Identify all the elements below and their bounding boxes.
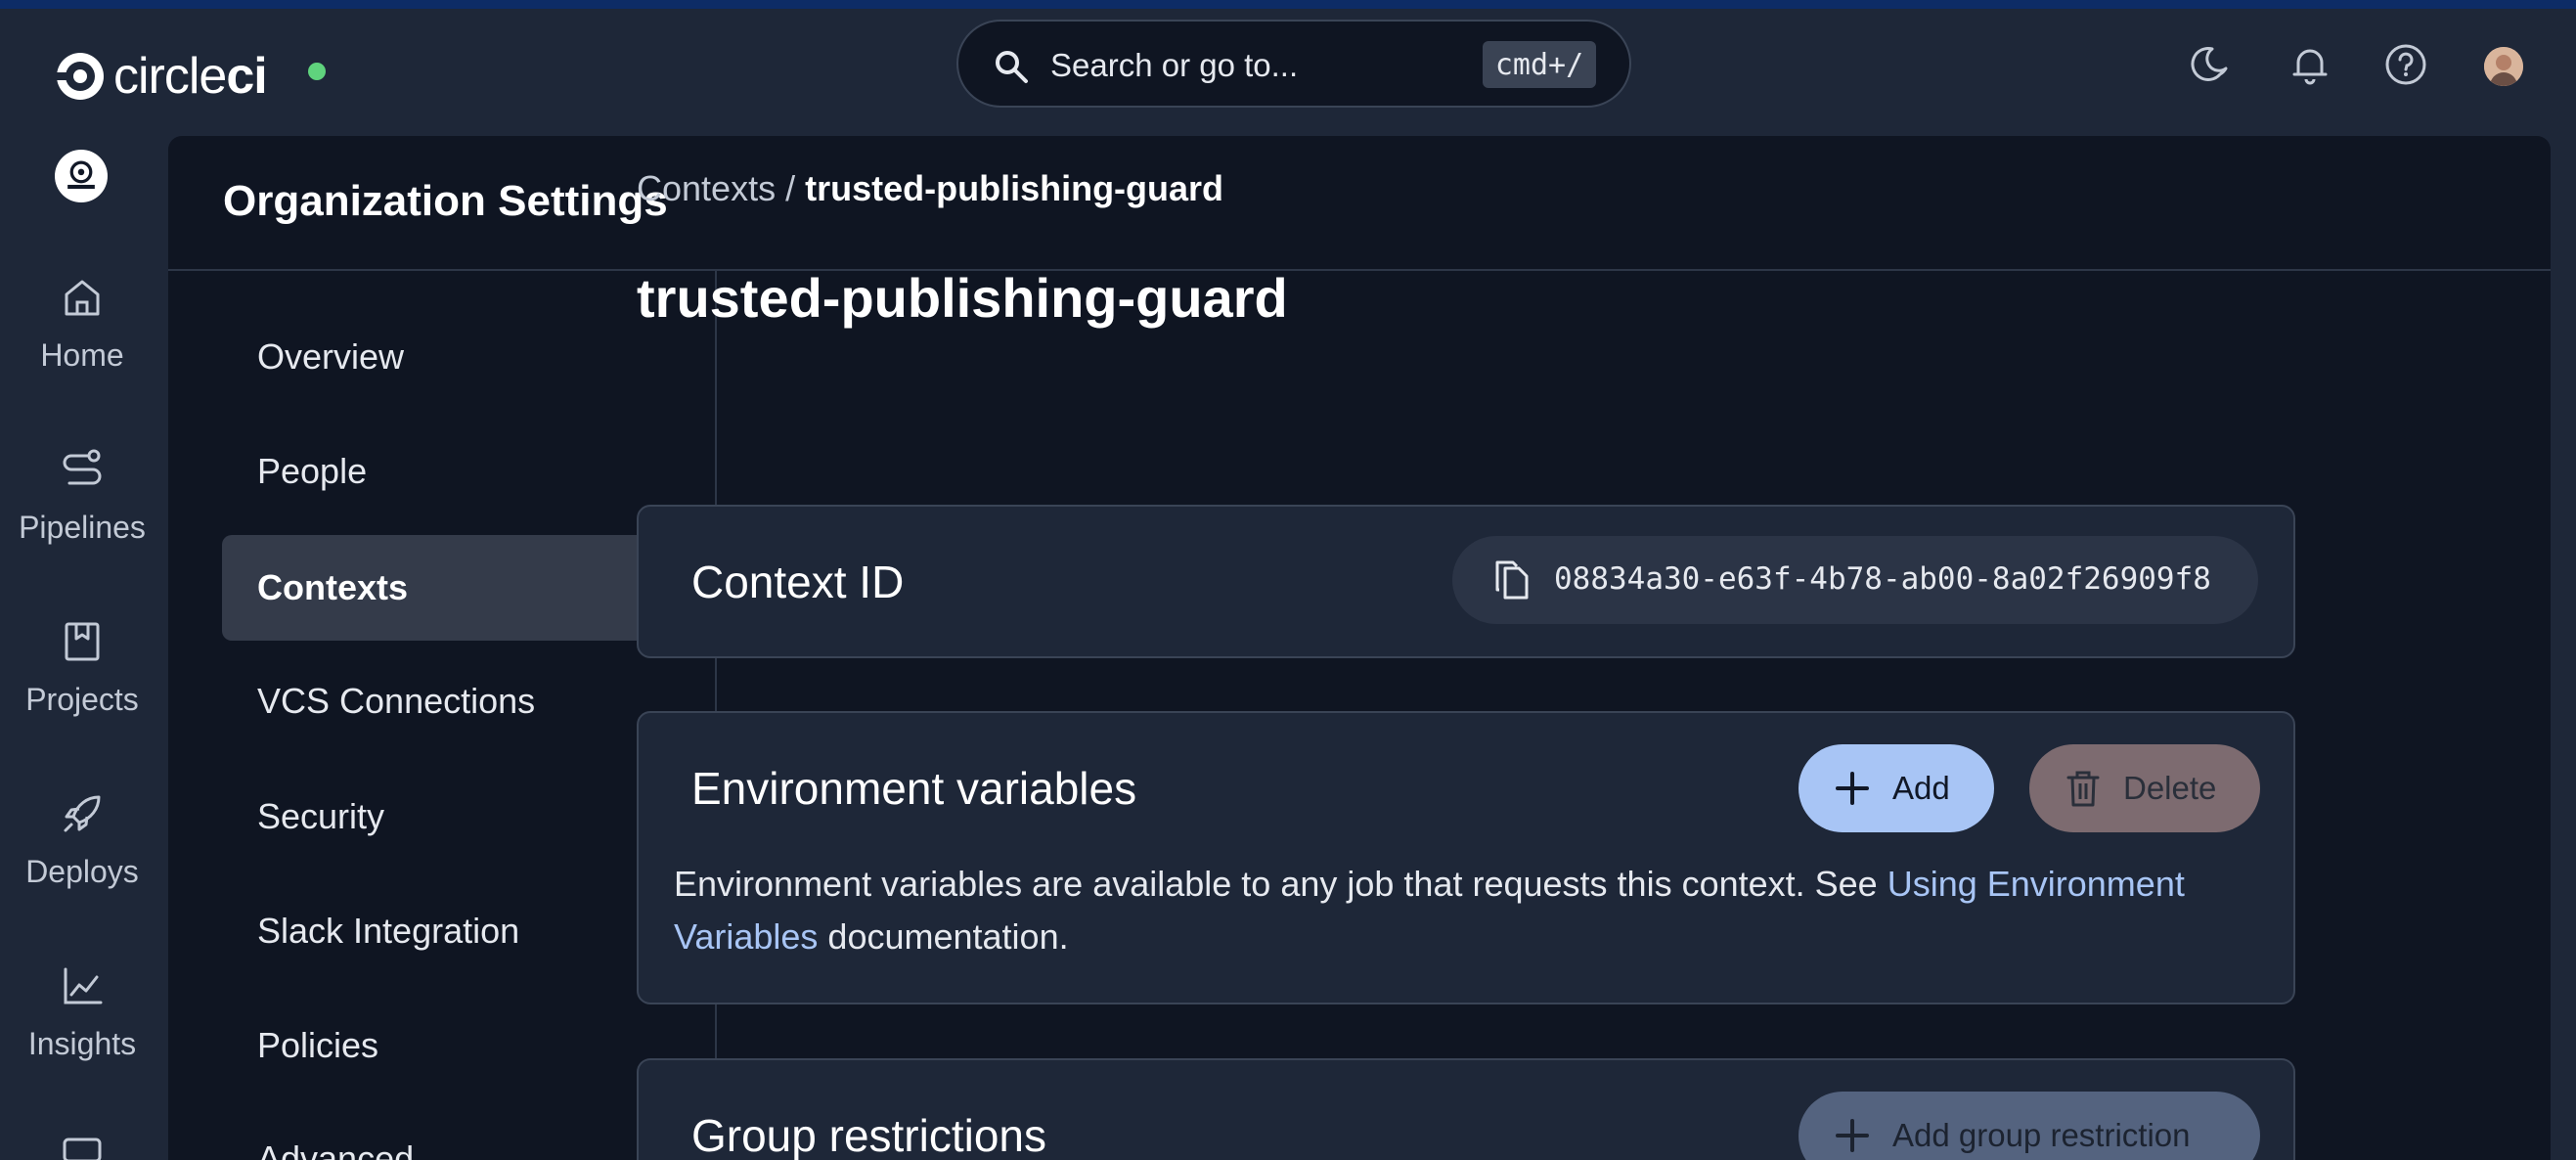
page-title: trusted-publishing-guard — [637, 267, 1288, 329]
left-rail: Home Pipelines Projects Deploys Insights — [0, 136, 164, 1160]
context-id-card: Context ID 08834a30-e63f-4b78-ab00-8a02f… — [637, 505, 2295, 658]
pipelines-icon — [63, 449, 102, 485]
logo-text-bold: ci — [226, 48, 267, 105]
breadcrumb-current: trusted-publishing-guard — [805, 168, 1224, 208]
rail-item-home[interactable]: Home — [0, 275, 164, 374]
projects-icon — [65, 622, 100, 661]
org-logo-icon — [67, 160, 95, 190]
breadcrumb-parent-link[interactable]: Contexts — [637, 168, 776, 208]
search-bar[interactable]: Search or go to... cmd+/ — [956, 20, 1631, 108]
rocket-icon — [64, 795, 101, 832]
context-id-label: Context ID — [691, 557, 905, 607]
home-icon — [65, 280, 100, 316]
top-accent-strip — [0, 0, 2576, 9]
environment-variables-card: Environment variables Add Delete Environ… — [637, 711, 2295, 1004]
group-restrictions-card: Group restrictions Add group restriction — [637, 1058, 2295, 1160]
search-shortcut-badge: cmd+/ — [1483, 41, 1596, 88]
add-variable-button[interactable]: Add — [1799, 744, 1994, 832]
subnav-item-policies[interactable]: Policies — [222, 993, 662, 1098]
org-badge[interactable] — [55, 150, 108, 202]
server-icon — [63, 1138, 102, 1160]
rail-label-home: Home — [40, 337, 124, 373]
logo-text-light: circle — [113, 48, 227, 105]
subnav-item-advanced[interactable]: Advanced — [222, 1106, 662, 1160]
environment-variables-description: Environment variables are available to a… — [674, 858, 2199, 963]
subnav-item-contexts[interactable]: Contexts — [222, 535, 662, 641]
rail-label-insights: Insights — [27, 1026, 137, 1061]
subnav-item-vcs-connections[interactable]: VCS Connections — [222, 648, 662, 754]
breadcrumb-separator: / — [776, 168, 806, 208]
insights-chart-icon — [64, 967, 103, 1004]
status-indicator — [308, 63, 326, 80]
delete-variable-button[interactable]: Delete — [2029, 744, 2260, 832]
add-group-restriction-button[interactable]: Add group restriction — [1799, 1092, 2260, 1160]
context-id-copy-button[interactable]: 08834a30-e63f-4b78-ab00-8a02f26909f8 — [1452, 536, 2258, 624]
circleci-logo-icon — [55, 53, 104, 100]
rail-label-pipelines: Pipelines — [19, 510, 146, 545]
copy-icon — [1495, 560, 1529, 600]
search-icon — [996, 51, 1028, 83]
rail-item-insights[interactable]: Insights — [0, 963, 164, 1062]
help-icon[interactable] — [2384, 43, 2427, 86]
avatar-icon — [2484, 47, 2523, 86]
delete-variable-label: Delete — [2123, 770, 2217, 806]
subnav-item-slack-integration[interactable]: Slack Integration — [222, 878, 662, 984]
bell-icon[interactable] — [2288, 43, 2332, 86]
rail-item-projects[interactable]: Projects — [0, 619, 164, 718]
environment-variables-title: Environment variables — [691, 763, 1137, 814]
search-placeholder: Search or go to... — [1050, 47, 1299, 83]
rail-item-deploys[interactable]: Deploys — [0, 791, 164, 890]
moon-icon[interactable] — [2191, 43, 2234, 86]
user-avatar[interactable] — [2484, 47, 2523, 86]
group-restrictions-title: Group restrictions — [691, 1110, 1047, 1160]
plus-icon — [1836, 1119, 1869, 1152]
rail-item-pipelines[interactable]: Pipelines — [0, 447, 164, 546]
subnav-item-security[interactable]: Security — [222, 764, 662, 870]
rail-label-projects: Projects — [25, 682, 139, 717]
rail-item-more[interactable] — [0, 1128, 164, 1160]
panel-divider — [168, 269, 2551, 271]
add-variable-label: Add — [1892, 770, 1950, 806]
rail-label-deploys: Deploys — [25, 854, 139, 889]
plus-icon — [1836, 772, 1869, 805]
add-group-restriction-label: Add group restriction — [1892, 1117, 2191, 1153]
circleci-logo[interactable]: circleci — [55, 48, 268, 105]
env-desc-after: documentation. — [818, 916, 1069, 957]
subnav-item-people[interactable]: People — [222, 419, 662, 524]
context-id-value: 08834a30-e63f-4b78-ab00-8a02f26909f8 — [1554, 561, 2211, 597]
breadcrumb: Contexts / trusted-publishing-guard — [637, 168, 1223, 209]
subnav-item-overview[interactable]: Overview — [222, 304, 662, 410]
panel-title: Organization Settings — [223, 177, 668, 225]
env-desc-before: Environment variables are available to a… — [674, 864, 1888, 904]
trash-icon — [2066, 771, 2100, 807]
